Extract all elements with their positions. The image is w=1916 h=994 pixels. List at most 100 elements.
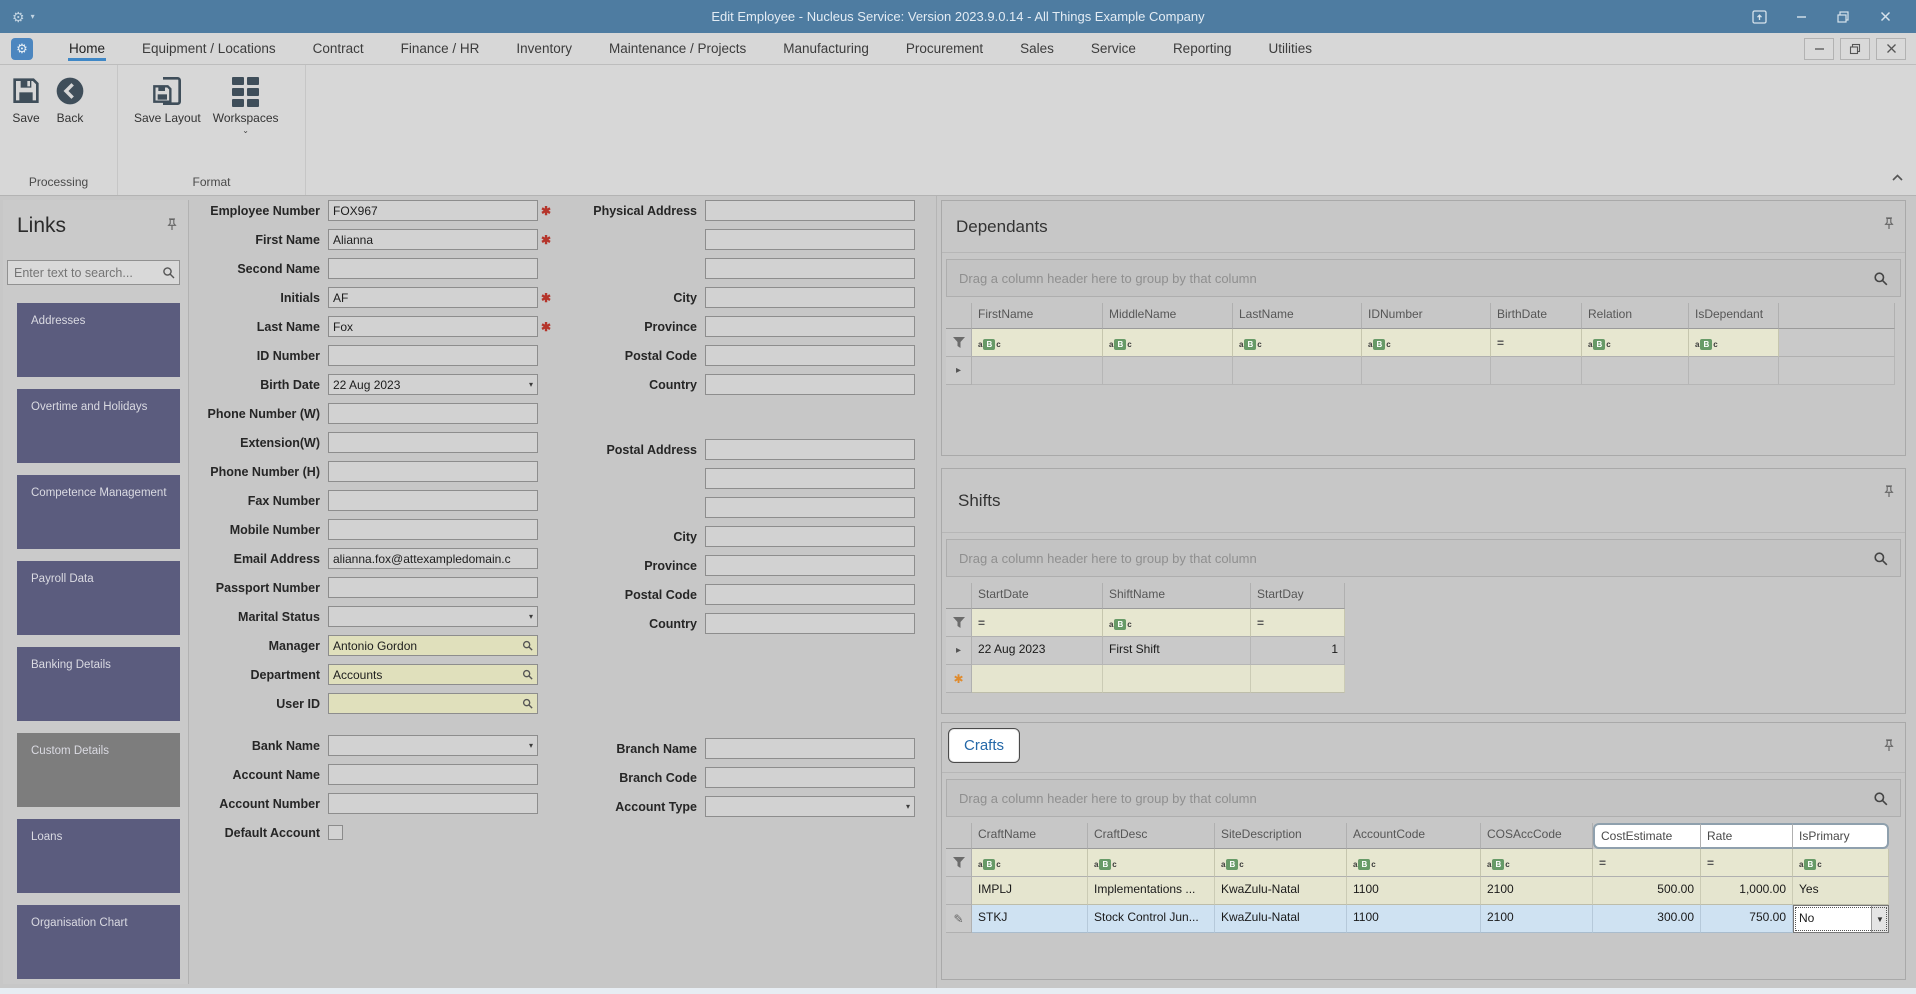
column-header-craftname[interactable]: CraftName <box>972 823 1088 849</box>
passport-number-field[interactable] <box>328 577 538 598</box>
crafts-panel-title[interactable]: Crafts <box>948 728 1021 763</box>
cell-accountcode[interactable]: 1100 <box>1347 905 1481 933</box>
cell-cosacccode[interactable]: 2100 <box>1481 905 1593 933</box>
second-name-field[interactable] <box>328 258 538 279</box>
cell-birthdate[interactable] <box>1491 357 1582 385</box>
column-header-rate[interactable]: Rate <box>1701 823 1793 849</box>
cell-editor-dropdown-button[interactable]: ▼ <box>1871 906 1888 932</box>
column-header-blank[interactable] <box>1779 303 1895 329</box>
filter-cell-sitedescription[interactable]: aBc <box>1215 849 1347 877</box>
table-row[interactable]: ▸ <box>946 357 1901 385</box>
filter-cell-rate[interactable]: = <box>1701 849 1793 877</box>
ribbon-collapse-button[interactable] <box>1891 171 1904 185</box>
phone-number-w-field[interactable] <box>328 403 538 424</box>
cell-lastname[interactable] <box>1233 357 1362 385</box>
column-header-costestimate[interactable]: CostEstimate <box>1593 823 1701 849</box>
form-panel-splitter[interactable] <box>936 196 937 988</box>
filter-cell-idnumber[interactable]: aBc <box>1362 329 1491 357</box>
new-row-cell-shiftname[interactable] <box>1103 665 1251 693</box>
physical-address-3-field[interactable] <box>705 258 915 279</box>
new-row-cell-startdate[interactable] <box>972 665 1103 693</box>
shifts-group-drop-zone[interactable]: Drag a column header here to group by th… <box>946 539 1901 577</box>
back-button[interactable]: Back <box>48 73 92 127</box>
document-minimize-button[interactable] <box>1804 37 1834 60</box>
postal-country-field[interactable] <box>705 613 915 634</box>
cell-blank[interactable] <box>1779 357 1895 385</box>
cell-rate[interactable]: 1,000.00 <box>1701 877 1793 905</box>
tab-sales[interactable]: Sales <box>1020 33 1054 64</box>
column-header-startdate[interactable]: StartDate <box>972 583 1103 609</box>
table-row[interactable]: IMPLJ Implementations ... KwaZulu-Natal 110… <box>946 877 1901 905</box>
cell-sitedescription[interactable]: KwaZulu-Natal <box>1215 877 1347 905</box>
column-header-shiftname[interactable]: ShiftName <box>1103 583 1251 609</box>
postal-postal-code-field[interactable] <box>705 584 915 605</box>
titlebar-minimize-button[interactable] <box>1784 5 1818 29</box>
bottom-scrollbar-strip[interactable] <box>0 988 1916 994</box>
marital-status-field[interactable]: ▾ <box>328 606 538 627</box>
column-header-sitedescription[interactable]: SiteDescription <box>1215 823 1347 849</box>
first-name-field[interactable]: Alianna <box>328 229 538 250</box>
search-icon[interactable] <box>1873 271 1888 286</box>
account-name-field[interactable] <box>328 764 538 785</box>
ribbon-display-options-button[interactable] <box>1742 5 1776 29</box>
last-name-field[interactable]: Fox <box>328 316 538 337</box>
cell-sitedescription[interactable]: KwaZulu-Natal <box>1215 905 1347 933</box>
search-icon[interactable] <box>1873 791 1888 806</box>
tab-inventory[interactable]: Inventory <box>516 33 572 64</box>
filter-cell-lastname[interactable]: aBc <box>1233 329 1362 357</box>
cell-idnumber[interactable] <box>1362 357 1491 385</box>
document-restore-button[interactable] <box>1840 37 1870 60</box>
filter-cell-shiftname[interactable]: aBc <box>1103 609 1251 637</box>
cell-middlename[interactable] <box>1103 357 1233 385</box>
column-header-relation[interactable]: Relation <box>1582 303 1689 329</box>
cell-craftname[interactable]: STKJ <box>972 905 1088 933</box>
document-close-button[interactable] <box>1876 37 1906 60</box>
cell-cosacccode[interactable]: 2100 <box>1481 877 1593 905</box>
column-header-middlename[interactable]: MiddleName <box>1103 303 1233 329</box>
extension-w-field[interactable] <box>328 432 538 453</box>
crafts-group-drop-zone[interactable]: Drag a column header here to group by th… <box>946 779 1901 817</box>
birth-date-field[interactable]: 22 Aug 2023 ▾ <box>328 374 538 395</box>
filter-cell-accountcode[interactable]: aBc <box>1347 849 1481 877</box>
branch-name-field[interactable] <box>705 738 915 759</box>
tab-maintenance-projects[interactable]: Maintenance / Projects <box>609 33 746 64</box>
filter-cell-costestimate[interactable]: = <box>1593 849 1701 877</box>
mobile-number-field[interactable] <box>328 519 538 540</box>
pin-icon[interactable] <box>1883 485 1895 501</box>
column-header-lastname[interactable]: LastName <box>1233 303 1362 329</box>
cell-firstname[interactable] <box>972 357 1103 385</box>
account-number-field[interactable] <box>328 793 538 814</box>
search-icon[interactable] <box>1873 551 1888 566</box>
tab-utilities[interactable]: Utilities <box>1268 33 1312 64</box>
filter-cell-isprimary[interactable]: aBc <box>1793 849 1889 877</box>
cell-startdate[interactable]: 22 Aug 2023 <box>972 637 1103 665</box>
filter-cell-blank[interactable] <box>1779 329 1895 357</box>
column-header-idnumber[interactable]: IDNumber <box>1362 303 1491 329</box>
postal-province-field[interactable] <box>705 555 915 576</box>
filter-cell-birthdate[interactable]: = <box>1491 329 1582 357</box>
dependants-group-drop-zone[interactable]: Drag a column header here to group by th… <box>946 259 1901 297</box>
cell-craftdesc[interactable]: Stock Control Jun... <box>1088 905 1215 933</box>
email-address-field[interactable]: alianna.fox@attexampledomain.c <box>328 548 538 569</box>
physical-postal-code-field[interactable] <box>705 345 915 366</box>
table-row[interactable]: ▸ 22 Aug 2023 First Shift 1 <box>946 637 1901 665</box>
column-header-cosacccode[interactable]: COSAccCode <box>1481 823 1593 849</box>
cell-rate[interactable]: 750.00 <box>1701 905 1793 933</box>
new-row-cell-startday[interactable] <box>1251 665 1345 693</box>
branch-code-field[interactable] <box>705 767 915 788</box>
column-header-birthdate[interactable]: BirthDate <box>1491 303 1582 329</box>
filter-cell-startdate[interactable]: = <box>972 609 1103 637</box>
physical-address-1-field[interactable] <box>705 200 915 221</box>
cell-startday[interactable]: 1 <box>1251 637 1345 665</box>
user-id-field[interactable] <box>328 693 538 714</box>
tab-procurement[interactable]: Procurement <box>906 33 983 64</box>
filter-cell-firstname[interactable]: aBc <box>972 329 1103 357</box>
cell-costestimate[interactable]: 300.00 <box>1593 905 1701 933</box>
department-field[interactable]: Accounts <box>328 664 538 685</box>
cell-craftdesc[interactable]: Implementations ... <box>1088 877 1215 905</box>
default-account-checkbox[interactable] <box>328 825 343 840</box>
filter-cell-relation[interactable]: aBc <box>1582 329 1689 357</box>
column-header-isdependant[interactable]: IsDependant <box>1689 303 1779 329</box>
cell-isdependant[interactable] <box>1689 357 1779 385</box>
physical-city-field[interactable] <box>705 287 915 308</box>
